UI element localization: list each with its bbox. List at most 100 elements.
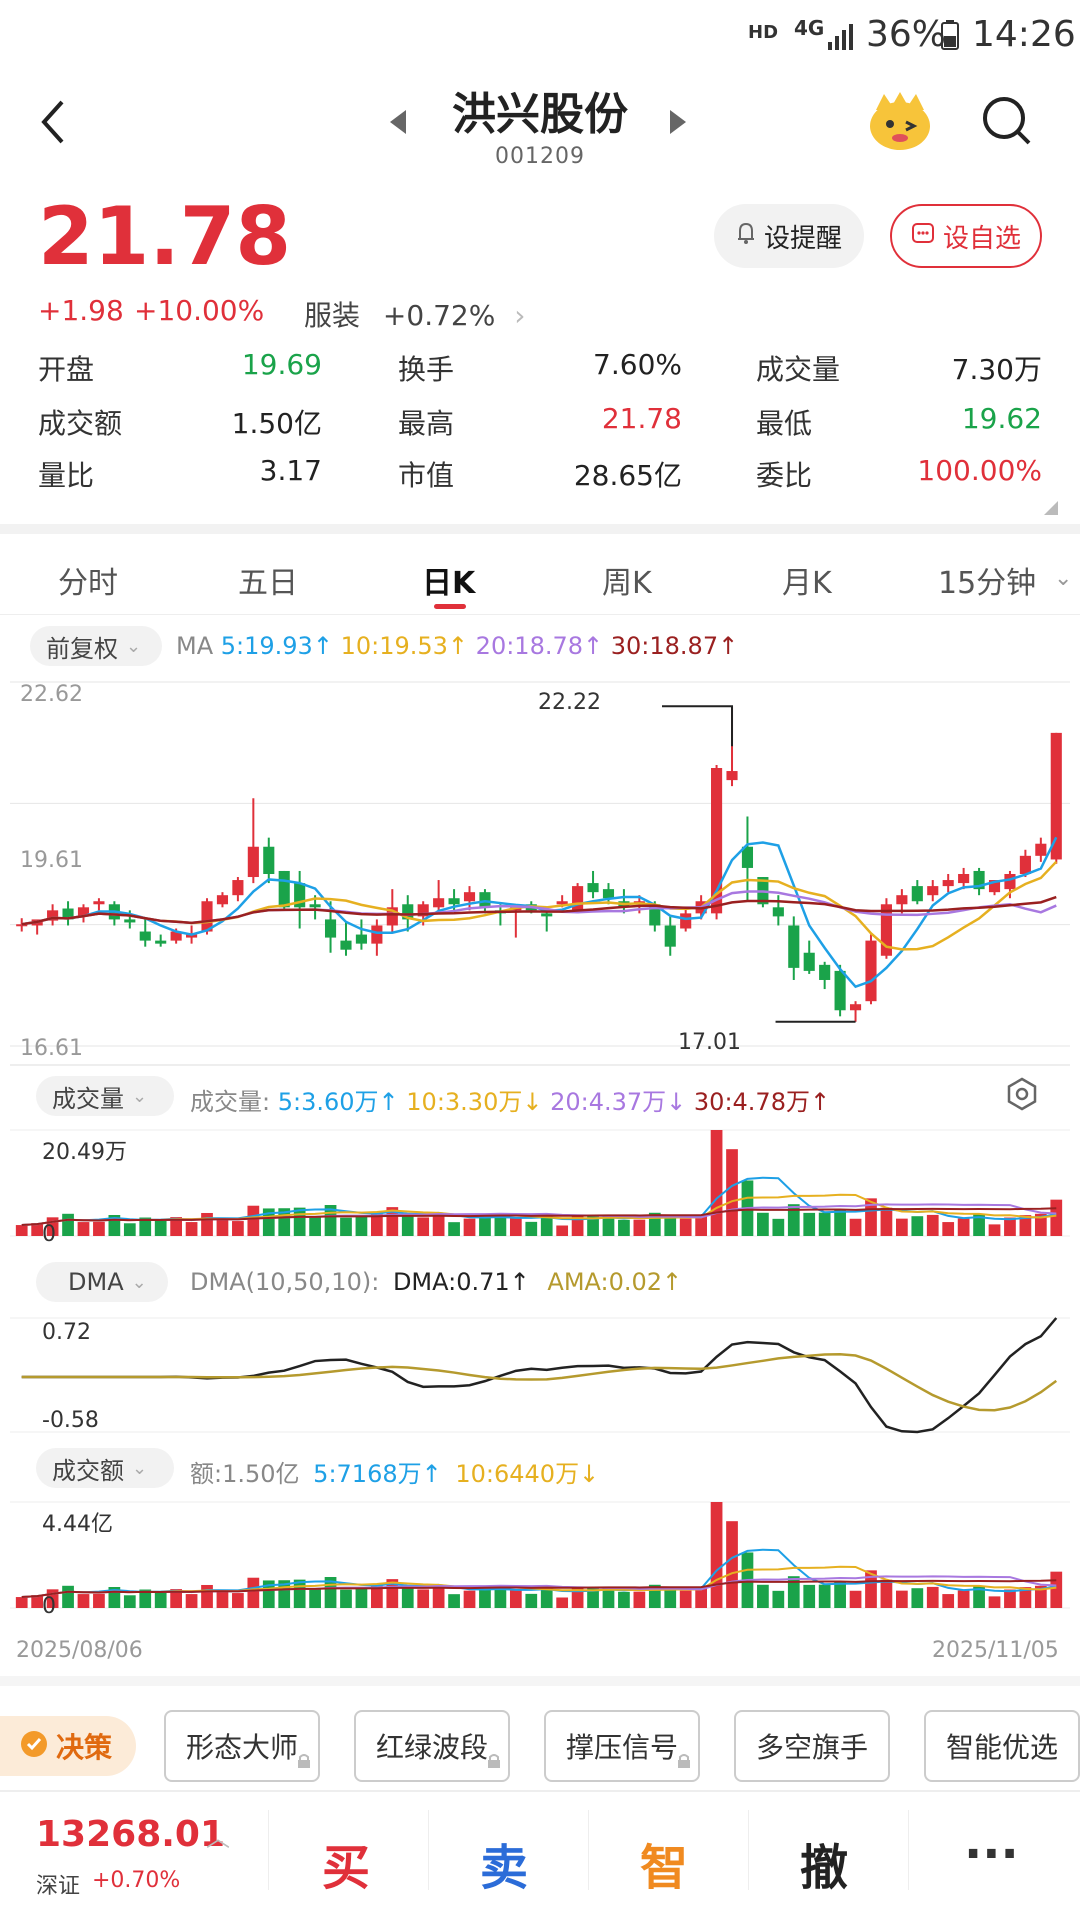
more-button[interactable]: ··· bbox=[964, 1826, 1019, 1882]
kline-low-label: 17.01 bbox=[678, 1030, 741, 1055]
volume-bar bbox=[247, 1205, 260, 1236]
volume-bar bbox=[463, 1218, 476, 1236]
amount-bar bbox=[957, 1590, 970, 1608]
amount-bar bbox=[463, 1590, 476, 1608]
index-pct: +0.70% bbox=[92, 1868, 181, 1893]
ma20-value: 20:18.78↑ bbox=[475, 632, 604, 660]
volume-bar bbox=[232, 1221, 244, 1236]
candle-body bbox=[479, 892, 491, 908]
tool-button-4[interactable]: 智能优选 bbox=[924, 1710, 1080, 1782]
dma-dropdown[interactable]: DMA ⌄ bbox=[36, 1262, 168, 1302]
candle-body bbox=[1050, 732, 1062, 860]
candle-body bbox=[247, 846, 259, 878]
settings-icon[interactable] bbox=[1004, 1076, 1040, 1116]
tab-2[interactable]: 日K bbox=[422, 558, 475, 602]
amount-bar bbox=[988, 1596, 1001, 1608]
divider bbox=[428, 1810, 429, 1890]
next-stock-icon[interactable] bbox=[668, 108, 688, 140]
volume-bar bbox=[772, 1218, 785, 1236]
volume-bar bbox=[757, 1212, 769, 1236]
candle-body bbox=[927, 886, 939, 896]
lock-icon bbox=[676, 1743, 692, 1776]
index-value[interactable]: 13268.01 bbox=[36, 1814, 225, 1855]
amount-bar bbox=[201, 1584, 213, 1608]
volume-bar bbox=[726, 1149, 738, 1236]
stat-value: 1.50亿 bbox=[231, 407, 322, 440]
divider bbox=[0, 1790, 1080, 1792]
buy-button[interactable]: 买 bbox=[322, 1828, 370, 1898]
candle-body bbox=[155, 940, 167, 944]
volume-bar bbox=[15, 1225, 28, 1236]
tool-button-1[interactable]: 红绿波段 bbox=[354, 1710, 510, 1782]
amount-bar bbox=[525, 1593, 538, 1608]
amount-bar bbox=[247, 1577, 260, 1608]
chevron-up-icon[interactable]: ︿ bbox=[206, 1818, 230, 1853]
volume-bar bbox=[695, 1216, 707, 1236]
smart-button[interactable]: 智 bbox=[640, 1828, 688, 1898]
tab-3[interactable]: 周K bbox=[602, 558, 652, 602]
vol20-value: 20:4.37万↓ bbox=[550, 1088, 687, 1116]
kline-y-bot: 16.61 bbox=[20, 1036, 83, 1061]
decision-button[interactable]: 决策 bbox=[0, 1716, 136, 1776]
tab-dropdown-icon[interactable]: ⌄ bbox=[1054, 566, 1072, 591]
amount-bar bbox=[880, 1579, 893, 1608]
stat-value: 7.30万 bbox=[951, 353, 1042, 386]
candle-body bbox=[463, 892, 476, 902]
status-bar: HD 4G 36% 14:26 bbox=[0, 0, 1080, 64]
amount-bar bbox=[556, 1597, 569, 1608]
tool-button-3[interactable]: 多空旗手 bbox=[734, 1710, 890, 1782]
dma-chart[interactable] bbox=[10, 1310, 1070, 1440]
hd-indicator: HD bbox=[748, 22, 779, 43]
stat-value: 21.78 bbox=[601, 402, 682, 435]
volume-bar bbox=[633, 1219, 646, 1236]
amount-dropdown[interactable]: 成交额 ⌄ bbox=[36, 1448, 174, 1488]
volume-dropdown[interactable]: 成交量 ⌄ bbox=[36, 1076, 174, 1116]
stat-value: 28.65亿 bbox=[573, 459, 682, 492]
sector-link[interactable]: 服装 +0.72% › bbox=[304, 294, 525, 334]
sell-button[interactable]: 卖 bbox=[480, 1828, 528, 1898]
volume-bar bbox=[834, 1209, 846, 1236]
divider bbox=[588, 1810, 589, 1890]
kline-chart[interactable] bbox=[10, 674, 1070, 1066]
stock-header: 洪兴股份 001209 bbox=[0, 64, 1080, 174]
divider bbox=[268, 1810, 269, 1890]
candle-body bbox=[865, 940, 877, 1002]
candle-body bbox=[803, 952, 815, 971]
candle-body bbox=[355, 934, 367, 944]
chevron-down-icon: ⌄ bbox=[126, 635, 142, 657]
stat-label: 成交量 bbox=[756, 353, 841, 386]
amount-bar bbox=[926, 1586, 939, 1608]
amount-bar bbox=[772, 1590, 785, 1608]
tab-1[interactable]: 五日 bbox=[238, 558, 298, 602]
amount-bar bbox=[216, 1590, 229, 1608]
tool-button-0[interactable]: 形态大师 bbox=[164, 1710, 320, 1782]
divider bbox=[908, 1810, 909, 1890]
mascot-icon[interactable] bbox=[866, 88, 934, 156]
volume-bar bbox=[355, 1216, 368, 1236]
amount5-value: 5:7168万↑ bbox=[313, 1460, 442, 1488]
tool-button-2[interactable]: 撑压信号 bbox=[544, 1710, 700, 1782]
volume-bar bbox=[216, 1218, 229, 1236]
amount-chart[interactable] bbox=[10, 1496, 1070, 1624]
tab-5[interactable]: 15分钟 bbox=[938, 558, 1036, 602]
set-alert-button[interactable]: 设提醒 bbox=[714, 204, 864, 268]
tab-0[interactable]: 分时 bbox=[58, 558, 118, 602]
chat-icon bbox=[911, 221, 935, 251]
amount-bar bbox=[417, 1589, 430, 1608]
volume-chart[interactable] bbox=[10, 1124, 1070, 1252]
amount-bar bbox=[726, 1521, 738, 1608]
candle-body bbox=[263, 846, 275, 874]
stat-label: 委比 bbox=[756, 459, 813, 492]
add-watchlist-button[interactable]: 设自选 bbox=[890, 204, 1042, 268]
amount-bar bbox=[293, 1579, 306, 1608]
ma30-value: 30:18.87↑ bbox=[610, 632, 739, 660]
amount10-value: 10:6440万↓ bbox=[455, 1460, 600, 1488]
cancel-button[interactable]: 撤 bbox=[800, 1828, 848, 1898]
ma-prefix: MA bbox=[176, 632, 214, 660]
amount-bar bbox=[448, 1594, 460, 1608]
search-icon[interactable] bbox=[980, 94, 1032, 150]
candle-body bbox=[772, 907, 784, 917]
tab-4[interactable]: 月K bbox=[782, 558, 832, 602]
volume-bar bbox=[93, 1221, 105, 1236]
adjust-dropdown[interactable]: 前复权 ⌄ bbox=[30, 626, 162, 666]
